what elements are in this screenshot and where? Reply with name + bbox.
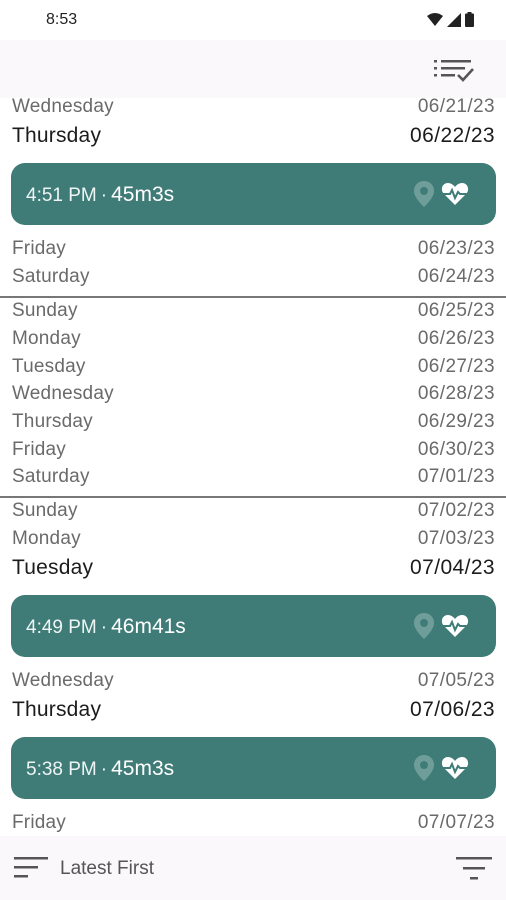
day-date: 06/30/23: [417, 439, 495, 460]
day-date: 06/22/23: [410, 124, 495, 147]
day-name: Thursday: [12, 124, 102, 147]
day-name: Friday: [12, 439, 66, 460]
day-date: 06/25/23: [417, 300, 495, 321]
session-start-time: 5:38 PM: [26, 759, 97, 780]
session-duration: 45m3s: [111, 757, 175, 780]
week-divider: [0, 496, 506, 498]
session-start-time: 4:49 PM: [26, 617, 97, 638]
signal-icon: [447, 12, 461, 27]
session-card[interactable]: 4:49 PM · 46m41s: [11, 595, 496, 657]
list-item[interactable]: Friday 06/23/23: [12, 238, 495, 260]
session-duration: 45m3s: [111, 183, 175, 206]
status-icons: [427, 12, 474, 27]
session-separator: ·: [100, 759, 108, 780]
battery-icon: [465, 12, 474, 27]
app-bar: [0, 40, 506, 98]
day-name: Saturday: [12, 266, 90, 287]
day-date: 07/03/23: [417, 528, 495, 549]
filter-icon[interactable]: [456, 856, 492, 882]
list-item[interactable]: Thursday 06/29/23: [12, 411, 495, 433]
week-divider: [0, 296, 506, 298]
day-date: 06/29/23: [417, 411, 495, 432]
day-date: 07/06/23: [410, 698, 495, 721]
session-start-time: 4:51 PM: [26, 185, 97, 206]
list-item-active[interactable]: Thursday 06/22/23: [12, 124, 495, 148]
session-separator: ·: [100, 617, 108, 638]
session-separator: ·: [100, 185, 108, 206]
checklist-sort-icon[interactable]: [432, 54, 476, 86]
day-date: 06/24/23: [417, 266, 495, 287]
day-name: Friday: [12, 238, 66, 259]
day-date: 07/05/23: [417, 670, 495, 691]
day-date: 06/28/23: [417, 383, 495, 404]
list-item[interactable]: Sunday 07/02/23: [12, 500, 495, 522]
day-date: 06/26/23: [417, 328, 495, 349]
list-item[interactable]: Wednesday 06/28/23: [12, 383, 495, 405]
list-item[interactable]: Tuesday 06/27/23: [12, 356, 495, 378]
list-item[interactable]: Monday 07/03/23: [12, 528, 495, 550]
session-duration: 46m41s: [111, 615, 186, 638]
session-card[interactable]: 4:51 PM · 45m3s: [11, 163, 496, 225]
day-name: Wednesday: [12, 383, 114, 404]
list-item-active[interactable]: Tuesday 07/04/23: [12, 556, 495, 580]
list-item[interactable]: Friday 07/07/23: [12, 812, 495, 834]
day-name: Monday: [12, 328, 81, 349]
day-name: Tuesday: [12, 356, 86, 377]
heart-rate-icon: [441, 757, 469, 779]
day-name: Tuesday: [12, 556, 94, 579]
location-pin-icon: [414, 613, 434, 639]
day-date: 07/02/23: [417, 500, 495, 521]
day-name: Saturday: [12, 466, 90, 487]
history-list[interactable]: Wednesday 06/21/23 Thursday 06/22/23 4:5…: [0, 96, 506, 836]
day-name: Wednesday: [12, 96, 114, 117]
session-card[interactable]: 5:38 PM · 45m3s: [11, 737, 496, 799]
location-pin-icon: [414, 755, 434, 781]
list-item[interactable]: Wednesday 07/05/23: [12, 670, 495, 692]
day-date: 06/23/23: [417, 238, 495, 259]
day-date: 07/04/23: [410, 556, 495, 579]
day-name: Thursday: [12, 411, 93, 432]
day-date: 06/21/23: [417, 96, 495, 117]
day-name: Monday: [12, 528, 81, 549]
status-bar: 8:53: [0, 0, 506, 40]
day-date: 06/27/23: [417, 356, 495, 377]
day-name: Thursday: [12, 698, 102, 721]
list-item-active[interactable]: Thursday 07/06/23: [12, 698, 495, 722]
status-time: 8:53: [46, 11, 78, 28]
location-pin-icon: [414, 181, 434, 207]
session-summary: 4:51 PM · 45m3s: [26, 183, 174, 207]
list-item[interactable]: Saturday 07/01/23: [12, 466, 495, 488]
heart-rate-icon: [441, 183, 469, 205]
list-item[interactable]: Sunday 06/25/23: [12, 300, 495, 322]
list-item[interactable]: Monday 06/26/23: [12, 328, 495, 350]
day-name: Sunday: [12, 300, 78, 321]
day-name: Sunday: [12, 500, 78, 521]
list-item[interactable]: Wednesday 06/21/23: [12, 96, 495, 118]
day-date: 07/07/23: [417, 812, 495, 833]
wifi-icon: [427, 12, 443, 26]
day-date: 07/01/23: [417, 466, 495, 487]
list-item[interactable]: Friday 06/30/23: [12, 439, 495, 461]
list-item[interactable]: Saturday 06/24/23: [12, 266, 495, 288]
sort-order-icon[interactable]: [14, 856, 50, 880]
heart-rate-icon: [441, 615, 469, 637]
session-summary: 5:38 PM · 45m3s: [26, 757, 174, 781]
day-name: Friday: [12, 812, 66, 833]
session-summary: 4:49 PM · 46m41s: [26, 615, 186, 639]
bottom-bar: Latest First: [0, 836, 506, 900]
sort-order-label[interactable]: Latest First: [60, 858, 154, 880]
day-name: Wednesday: [12, 670, 114, 691]
